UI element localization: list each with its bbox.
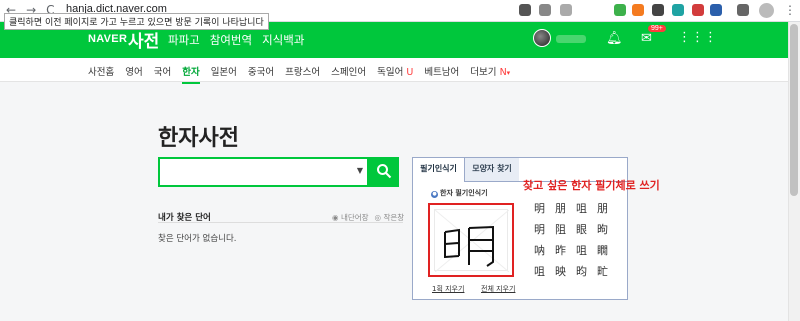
radio-my-wordbook-label: 내단어장 (340, 213, 369, 222)
search-button[interactable] (369, 157, 399, 187)
user-name-blurred[interactable] (556, 35, 586, 43)
scrollbar-thumb[interactable] (790, 24, 798, 196)
star-icon[interactable] (560, 4, 572, 16)
apps-grid-icon[interactable]: ⋮⋮⋮ (678, 30, 717, 45)
handwritten-strokes (434, 209, 510, 273)
extension-icon[interactable] (652, 4, 664, 16)
erase-all-button[interactable]: 전체 지우기 (481, 284, 515, 294)
candidate-char[interactable]: 咀 (529, 261, 550, 282)
candidate-char[interactable]: 阻 (550, 219, 571, 240)
candidate-char[interactable]: 明 (529, 219, 550, 240)
update-badge: U (406, 67, 414, 78)
candidate-char[interactable]: 昨 (550, 240, 571, 261)
chevron-down-icon[interactable]: ▼ (357, 166, 363, 175)
cast-icon[interactable] (539, 4, 551, 16)
menu-translation[interactable]: 참여번역 (210, 32, 252, 48)
nav-french[interactable]: 프랑스어 (285, 64, 320, 84)
candidate-char[interactable]: 昀 (571, 261, 592, 282)
erase-one-stroke-button[interactable]: 1획 지우기 (432, 284, 464, 294)
candidate-char[interactable]: 明 (529, 198, 550, 219)
candidate-char[interactable]: 眼 (571, 219, 592, 240)
extension-icon[interactable] (672, 4, 684, 16)
search-icon (377, 164, 392, 179)
mail-count-badge: 99+ (648, 25, 666, 32)
menu-icon[interactable]: ⋮ (784, 3, 796, 17)
info-icon: ● (431, 191, 438, 198)
candidate-char[interactable]: 瞯 (592, 240, 613, 261)
nav-korean[interactable]: 국어 (154, 64, 171, 84)
candidate-char[interactable]: 咀 (571, 198, 592, 219)
candidate-char[interactable]: 咀 (571, 240, 592, 261)
divider (158, 222, 403, 223)
dictionary-title[interactable]: 사전 (128, 27, 159, 52)
tab-handwriting[interactable]: 필기인식기 (413, 158, 465, 182)
language-nav: 사전홈 영어 국어 한자 일본어 중국어 프랑스어 스페인어 독일어 U 베트남… (0, 58, 788, 84)
radio-small-window-label: 작은창 (383, 213, 405, 222)
nav-dict-home[interactable]: 사전홈 (88, 64, 114, 84)
new-badge: N (499, 67, 507, 78)
candidate-char[interactable]: 朋 (550, 198, 571, 219)
nav-hanja[interactable]: 한자 (182, 64, 200, 84)
candidate-char[interactable]: 昫 (592, 219, 613, 240)
handwriting-heading: ● 한자 필기인식기 (431, 188, 488, 198)
bell-icon[interactable]: 🔔︎ (606, 31, 623, 46)
tab-shape-search[interactable]: 모양자 찾기 (465, 158, 519, 182)
candidate-char[interactable]: 甿 (592, 261, 613, 282)
annotation-text: 찾고 싶은 한자 필기체로 쓰기 (523, 179, 660, 192)
extension-icon[interactable] (710, 4, 722, 16)
extension-icon[interactable] (632, 4, 644, 16)
candidate-grid: 明 朋 咀 朋 明 阻 眼 昫 呐 昨 咀 瞯 咀 映 昀 甿 (529, 198, 613, 282)
extension-icon[interactable] (519, 4, 531, 16)
nav-more-label: 더보기 (470, 67, 497, 78)
back-tooltip: 클릭하면 이전 페이지로 가고 누르고 있으면 방문 기록이 나타납니다 (4, 13, 269, 30)
handwriting-canvas[interactable] (428, 203, 514, 277)
mail-icon[interactable]: ✉ (641, 31, 652, 46)
nav-spanish[interactable]: 스페인어 (331, 64, 366, 84)
empty-words-message: 찾은 단어가 없습니다. (158, 234, 237, 244)
nav-german[interactable]: 독일어 U (377, 64, 413, 84)
candidate-char[interactable]: 朋 (592, 198, 613, 219)
extension-icon[interactable] (692, 4, 704, 16)
candidate-char[interactable]: 呐 (529, 240, 550, 261)
chevron-down-icon: ▾ (506, 69, 511, 77)
menu-papago[interactable]: 파파고 (168, 32, 200, 48)
handwriting-heading-label: 한자 필기인식기 (440, 189, 488, 197)
profile-avatar[interactable] (759, 3, 774, 18)
nav-english[interactable]: 영어 (125, 64, 142, 84)
nav-chinese[interactable]: 중국어 (248, 64, 274, 84)
top-menu: 파파고 참여번역 지식백과 (168, 32, 304, 48)
user-avatar[interactable] (533, 29, 551, 47)
nav-japanese[interactable]: 일본어 (211, 64, 237, 84)
nav-more[interactable]: 더보기 N▾ (470, 64, 510, 84)
menu-encyclopedia[interactable]: 지식백과 (262, 32, 304, 48)
playlist-icon[interactable] (737, 4, 749, 16)
page-title: 한자사전 (158, 126, 239, 151)
nav-german-label: 독일어 (377, 67, 404, 78)
candidate-char[interactable]: 映 (550, 261, 571, 282)
search-input[interactable]: ▼ (158, 157, 369, 187)
extension-icon[interactable] (614, 4, 626, 16)
naver-logo[interactable]: NAVER (88, 33, 127, 45)
canvas-guide (434, 209, 510, 273)
nav-vietnamese[interactable]: 베트남어 (424, 64, 459, 84)
